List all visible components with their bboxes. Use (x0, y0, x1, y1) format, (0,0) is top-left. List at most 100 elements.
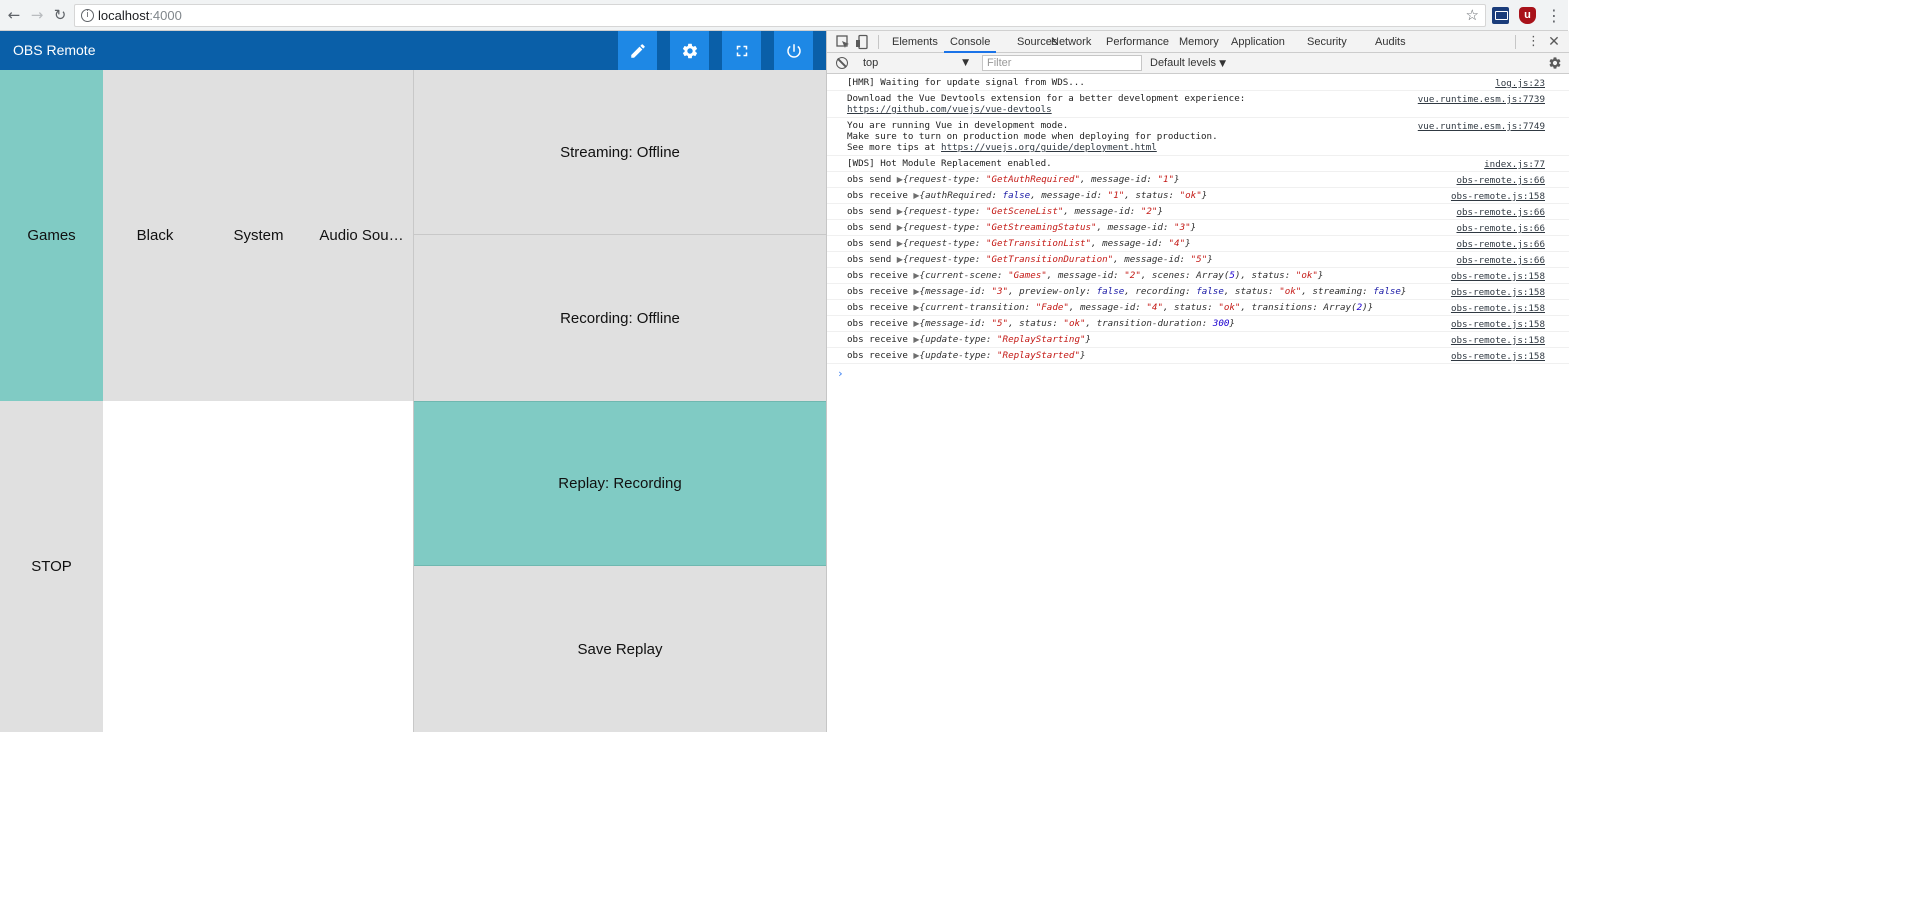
console-message: obs receive ▶{current-scene: "Games", me… (827, 268, 1569, 284)
obs-remote-app: OBS Remote Games Black System Audio Sou…… (0, 31, 826, 732)
console-output: [HMR] Waiting for update signal from WDS… (827, 75, 1569, 380)
extension-icon[interactable] (1492, 7, 1509, 24)
streaming-status-label: Streaming: Offline (560, 143, 680, 161)
caret-down-icon: ▼ (962, 58, 969, 68)
context-select[interactable]: top ▼ (859, 55, 971, 71)
recording-status-label: Recording: Offline (560, 309, 680, 327)
stop-button[interactable]: STOP (0, 401, 103, 732)
console-message: obs receive ▶{current-transition: "Fade"… (827, 300, 1569, 316)
replay-status-button[interactable]: Replay: Recording (414, 401, 826, 566)
power-icon (786, 43, 801, 58)
separator (878, 35, 879, 49)
url-text: localhost:4000 (98, 8, 182, 23)
console-message: obs send ▶{request-type: "GetTransitionL… (827, 236, 1569, 252)
scene-button-black[interactable]: Black (103, 70, 207, 401)
source-link[interactable]: obs-remote.js:158 (1451, 303, 1545, 314)
save-replay-label: Save Replay (577, 640, 663, 658)
source-link[interactable]: log.js:23 (1495, 78, 1545, 89)
edit-icon (630, 43, 645, 58)
console-message: obs receive ▶{authRequired: false, messa… (827, 188, 1569, 204)
stop-label: STOP (31, 558, 72, 575)
forward-arrow-icon[interactable]: → (27, 5, 47, 25)
address-bar[interactable]: i localhost:4000 ☆ (74, 4, 1486, 27)
console-link[interactable]: https://vuejs.org/guide/deployment.html (941, 142, 1157, 153)
source-link[interactable]: obs-remote.js:158 (1451, 335, 1545, 346)
ublock-icon[interactable] (1519, 7, 1536, 24)
tab-memory[interactable]: Memory (1173, 31, 1225, 53)
power-button[interactable] (774, 31, 813, 70)
inspect-element-icon[interactable] (835, 34, 851, 50)
console-message: obs send ▶{request-type: "GetStreamingSt… (827, 220, 1569, 236)
scene-button-system[interactable]: System (207, 70, 310, 401)
app-title: OBS Remote (13, 42, 96, 58)
tab-application[interactable]: Application (1225, 31, 1291, 53)
console-message: You are running Vue in development mode.… (827, 118, 1569, 156)
source-link[interactable]: obs-remote.js:158 (1451, 191, 1545, 202)
gear-icon[interactable] (1548, 56, 1562, 70)
console-toolbar: top ▼ Filter Default levels ▼ (827, 53, 1569, 74)
source-link[interactable]: vue.runtime.esm.js:7749 (1418, 121, 1545, 132)
console-prompt[interactable]: › (827, 364, 1569, 380)
caret-down-icon: ▼ (1219, 59, 1227, 69)
source-link[interactable]: obs-remote.js:66 (1456, 223, 1545, 234)
console-message: Download the Vue Devtools extension for … (827, 91, 1569, 118)
scene-label: Black (136, 227, 174, 244)
source-link[interactable]: vue.runtime.esm.js:7739 (1418, 94, 1545, 105)
levels-label: Default levels (1150, 57, 1217, 69)
app-bar: OBS Remote (0, 31, 826, 70)
info-icon[interactable]: i (81, 9, 94, 22)
console-message: [WDS] Hot Module Replacement enabled. ind… (827, 156, 1569, 172)
devtools-menu-icon[interactable]: ⋮ (1527, 31, 1540, 53)
fullscreen-button[interactable] (722, 31, 761, 70)
log-levels-select[interactable]: Default levels ▼ (1150, 55, 1226, 71)
star-icon[interactable]: ☆ (1466, 6, 1479, 24)
source-link[interactable]: obs-remote.js:158 (1451, 287, 1545, 298)
source-link[interactable]: obs-remote.js:158 (1451, 271, 1545, 282)
filter-placeholder: Filter (987, 57, 1012, 69)
context-value: top (863, 57, 879, 69)
divider (413, 70, 414, 732)
fullscreen-icon (736, 45, 747, 56)
console-message: obs send ▶{request-type: "GetTransitionD… (827, 252, 1569, 268)
tab-security[interactable]: Security (1301, 31, 1353, 53)
device-toolbar-icon[interactable] (855, 34, 871, 50)
console-message: obs send ▶{request-type: "GetAuthRequire… (827, 172, 1569, 188)
recording-status-button[interactable]: Recording: Offline (414, 235, 826, 401)
source-link[interactable]: obs-remote.js:66 (1456, 207, 1545, 218)
source-link[interactable]: obs-remote.js:66 (1456, 255, 1545, 266)
console-message: obs send ▶{request-type: "GetSceneList",… (827, 204, 1569, 220)
reload-icon[interactable]: ↻ (50, 5, 70, 25)
scene-button-games[interactable]: Games (0, 70, 103, 401)
save-replay-button[interactable]: Save Replay (414, 566, 826, 732)
separator (1515, 35, 1516, 49)
console-message: obs receive ▶{message-id: "5", status: "… (827, 316, 1569, 332)
filter-input[interactable]: Filter (982, 55, 1142, 71)
close-icon[interactable]: ✕ (1548, 31, 1560, 53)
scene-label: System (233, 227, 284, 244)
devtools-panel: Elements Console Sources Network Performance… (826, 31, 1569, 732)
console-link[interactable]: https://github.com/vuejs/vue-devtools (847, 104, 1052, 115)
console-message: obs receive ▶{update-type: "ReplayStarte… (827, 348, 1569, 364)
tab-audits[interactable]: Audits (1369, 31, 1412, 53)
back-arrow-icon[interactable]: ← (4, 5, 24, 25)
console-message: obs receive ▶{update-type: "ReplayStarti… (827, 332, 1569, 348)
source-link[interactable]: index.js:77 (1484, 159, 1545, 170)
settings-button[interactable] (670, 31, 709, 70)
clear-console-icon[interactable] (836, 57, 848, 69)
streaming-status-button[interactable]: Streaming: Offline (414, 70, 826, 235)
tab-network[interactable]: Network (1045, 31, 1097, 53)
scene-label: Games (27, 227, 76, 244)
source-link[interactable]: obs-remote.js:66 (1456, 239, 1545, 250)
replay-status-label: Replay: Recording (558, 475, 682, 492)
scene-label: Audio Sou… (319, 227, 404, 244)
console-message: [HMR] Waiting for update signal from WDS… (827, 75, 1569, 91)
source-link[interactable]: obs-remote.js:158 (1451, 319, 1545, 330)
source-link[interactable]: obs-remote.js:66 (1456, 175, 1545, 186)
tab-console[interactable]: Console (944, 31, 997, 53)
kebab-menu-icon[interactable]: ⋮ (1546, 6, 1562, 26)
source-link[interactable]: obs-remote.js:158 (1451, 351, 1545, 362)
tab-performance[interactable]: Performance (1100, 31, 1175, 53)
edit-button[interactable] (618, 31, 657, 70)
scene-button-audio-sources[interactable]: Audio Sou… (310, 70, 413, 401)
tab-elements[interactable]: Elements (886, 31, 944, 53)
